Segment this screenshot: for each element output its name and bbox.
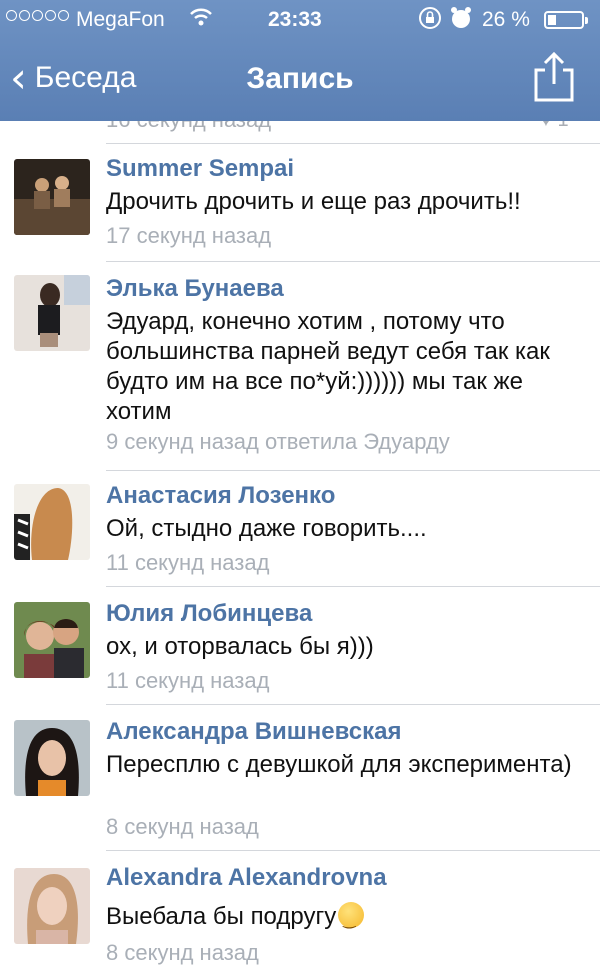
app-header: MegaFon 23:33 26 % ‹ Беседа Запись [0, 0, 600, 121]
comment-meta: 9 секунд назад ответила Эдуарду [106, 429, 450, 454]
avatar[interactable] [14, 868, 90, 944]
author-name[interactable]: Юлия Лобинцева [106, 600, 312, 628]
author-name[interactable]: Элька Бунаева [106, 275, 284, 303]
comment-text: ох, и оторвалась бы я))) [106, 633, 374, 660]
chevron-left-icon: ‹ [10, 53, 27, 102]
carrier-name: MegaFon [76, 8, 165, 31]
comment-text: Дрочить дрочить и еще раз дрочить!! [106, 188, 521, 215]
author-name[interactable]: Alexandra Alexandrovna [106, 864, 387, 892]
avatar[interactable] [14, 484, 90, 560]
back-label: Беседа [34, 61, 137, 94]
comment-text: Ой, стыдно даже говорить.... [106, 515, 427, 542]
alarm-icon [450, 6, 472, 36]
share-icon [534, 51, 574, 102]
divider [106, 143, 600, 144]
navigation-bar: ‹ Беседа Запись [0, 40, 600, 121]
like-count: 1 [557, 121, 568, 131]
signal-dots-icon [6, 10, 69, 21]
comment-meta: 8 секунд назад [106, 940, 259, 965]
wifi-icon [190, 8, 212, 32]
comment-text-content: Выебала бы подругу [106, 903, 337, 930]
comment-text: Пересплю с девушкой для эксперимента) [106, 751, 572, 778]
heart-icon[interactable]: ♥ 1 [540, 121, 569, 132]
share-button[interactable] [528, 50, 580, 104]
divider [106, 470, 600, 471]
comment-time: 16 секунд назад [106, 121, 271, 133]
author-name[interactable]: Summer Sempai [106, 155, 294, 183]
rotation-lock-icon [418, 6, 442, 36]
clock: 23:33 [268, 8, 322, 31]
smiling-emoji-icon [338, 902, 365, 935]
author-name[interactable]: Александра Вишневская [106, 718, 402, 746]
avatar[interactable] [14, 720, 90, 796]
avatar[interactable] [14, 602, 90, 678]
comment-meta: 8 секунд назад [106, 814, 259, 839]
avatar[interactable] [14, 275, 90, 351]
comment-list[interactable]: 16 секунд назад ♥ 1 Summer Sempai Дрочит… [0, 121, 600, 978]
divider [106, 586, 600, 587]
partial-comment: 16 секунд назад ♥ 1 [0, 121, 600, 133]
divider [106, 261, 600, 262]
status-bar: MegaFon 23:33 26 % [0, 0, 600, 40]
comment-text: Эдуард, конечно хотим , потому что больш… [106, 308, 550, 425]
author-name[interactable]: Анастасия Лозенко [106, 482, 335, 510]
comment-meta: 11 секунд назад [106, 550, 270, 575]
comment-meta: 11 секунд назад [106, 668, 270, 693]
avatar[interactable] [14, 159, 90, 235]
divider [106, 850, 600, 851]
divider [106, 704, 600, 705]
comment-text: Выебала бы подругу [106, 902, 576, 935]
back-button[interactable]: ‹ Беседа [10, 53, 137, 102]
battery-icon [544, 11, 588, 29]
battery-percent: 26 % [482, 8, 530, 31]
comment-meta: 17 секунд назад [106, 223, 272, 248]
